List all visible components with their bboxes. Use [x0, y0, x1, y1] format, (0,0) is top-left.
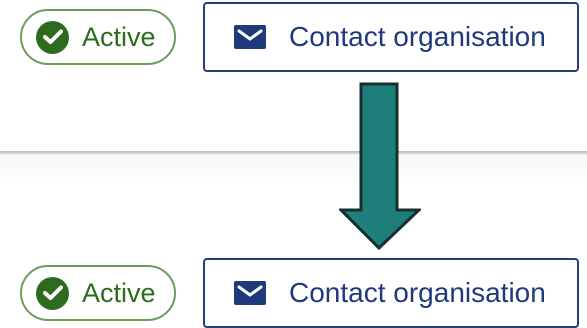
check-circle-icon [36, 276, 69, 310]
status-badge-label: Active [82, 21, 156, 52]
contact-organisation-button-before[interactable]: Contact organisation [203, 2, 579, 72]
arrow-down-icon [339, 82, 421, 250]
contact-button-label: Contact organisation [289, 21, 546, 52]
envelope-icon [233, 24, 267, 50]
status-badge-before: Active [20, 9, 176, 65]
check-circle-icon [36, 20, 69, 54]
status-badge-label: Active [82, 277, 156, 308]
status-badge-after: Active [20, 265, 176, 321]
after-panel-shade [0, 154, 587, 184]
contact-button-label: Contact organisation [289, 277, 546, 308]
contact-organisation-button-after[interactable]: Contact organisation [203, 258, 579, 328]
envelope-icon [233, 280, 267, 306]
